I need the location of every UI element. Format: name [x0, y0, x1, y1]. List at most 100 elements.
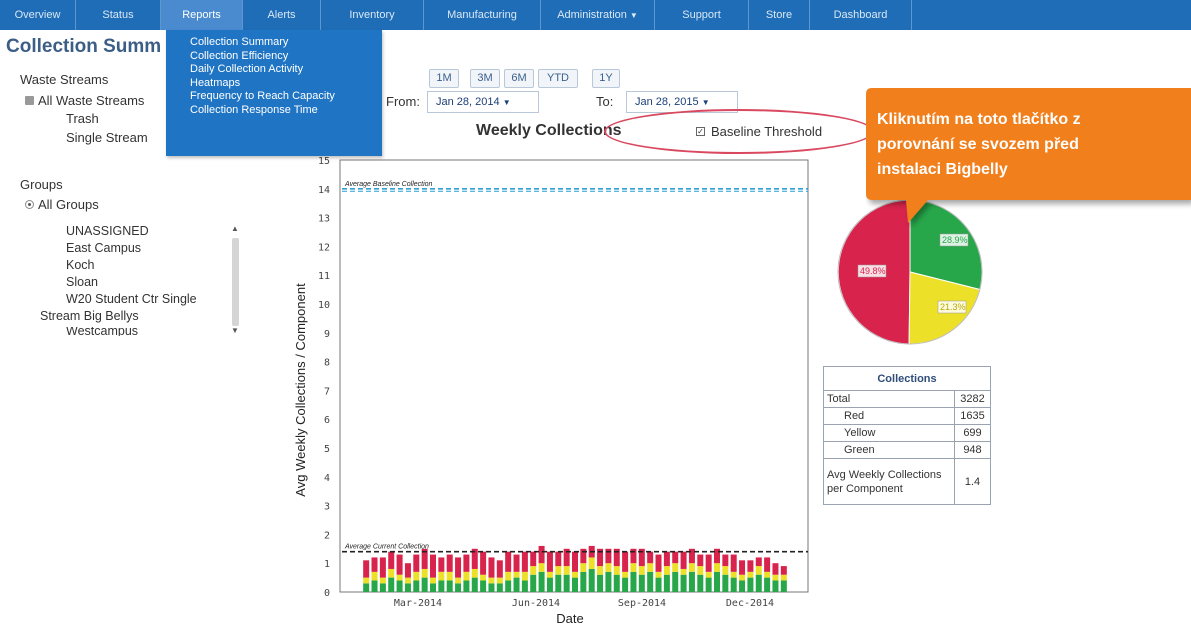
bar-red — [680, 551, 687, 569]
page-title: Collection Summ — [6, 36, 162, 57]
group-w20-student-ctr[interactable]: W20 Student Ctr Single — [66, 292, 197, 306]
y-axis-title: Avg Weekly Collections / Component — [293, 283, 308, 497]
stream-single-stream[interactable]: Single Stream — [66, 130, 148, 145]
nav-overview[interactable]: Overview — [0, 0, 76, 30]
range-6m-button[interactable]: 6M — [504, 69, 534, 88]
range-3m-button[interactable]: 3M — [470, 69, 500, 88]
bar-yellow — [722, 566, 729, 575]
y-tick-label: 10 — [318, 300, 330, 311]
bar-green — [755, 574, 762, 592]
group-unassigned[interactable]: UNASSIGNED — [66, 224, 149, 238]
bar-yellow — [713, 563, 720, 572]
group-koch[interactable]: Koch — [66, 258, 95, 272]
table-row: Avg Weekly Collections per Component 1.4 — [823, 458, 991, 505]
bar-green — [655, 577, 662, 592]
bar-red — [521, 551, 528, 572]
bar-red — [396, 554, 403, 575]
bar-yellow — [747, 571, 754, 578]
range-ytd-button[interactable]: YTD — [538, 69, 578, 88]
all-groups-option[interactable]: All Groups — [25, 197, 99, 212]
bar-green — [505, 580, 512, 592]
bar-yellow — [730, 571, 737, 578]
bar-yellow — [413, 571, 420, 581]
bar-yellow — [655, 571, 662, 578]
row-label: Red — [823, 407, 955, 425]
y-tick-label: 15 — [318, 156, 330, 167]
stream-trash[interactable]: Trash — [66, 111, 99, 126]
nav-manufacturing-label: Manufacturing — [447, 9, 517, 21]
nav-status[interactable]: Status — [76, 0, 161, 30]
from-date-input[interactable]: Jan 28, 2014 ▼ — [427, 91, 539, 113]
nav-reports[interactable]: Reports — [161, 0, 243, 30]
bar-yellow — [446, 571, 453, 581]
menu-item-collection-efficiency[interactable]: Collection Efficiency — [190, 50, 382, 64]
bar-green — [672, 571, 679, 592]
callout-line: instalaci Bigbelly — [877, 161, 1008, 178]
bar-green — [496, 583, 503, 592]
bar-yellow — [471, 568, 478, 578]
group-westcampus[interactable]: Westcampus — [66, 327, 138, 336]
group-stream-big-bellys[interactable]: Stream Big Bellys — [40, 309, 139, 323]
nav-store[interactable]: Store — [749, 0, 810, 30]
bar-green — [546, 577, 553, 592]
menu-item-collection-summary[interactable]: Collection Summary — [190, 36, 382, 50]
nav-status-label: Status — [102, 9, 134, 21]
nav-support[interactable]: Support — [655, 0, 749, 30]
y-tick-label: 5 — [324, 444, 330, 455]
bar-red — [455, 557, 462, 578]
menu-item-daily-collection-activity[interactable]: Daily Collection Activity — [190, 63, 382, 77]
bar-green — [713, 571, 720, 592]
chevron-down-icon: ▼ — [629, 11, 638, 20]
bar-red — [622, 551, 629, 572]
bar-red — [513, 554, 520, 572]
nav-dashboard[interactable]: Dashboard — [810, 0, 912, 30]
chart-title: Weekly Collections — [476, 122, 622, 139]
x-tick-label: Sep-2014 — [618, 598, 666, 609]
bar-red — [429, 554, 436, 578]
menu-item-heatmaps[interactable]: Heatmaps — [190, 77, 382, 91]
bar-green — [697, 574, 704, 592]
nav-dashboard-label: Dashboard — [833, 9, 888, 21]
bar-yellow — [597, 566, 604, 575]
bar-green — [613, 574, 620, 592]
groups-heading: Groups — [20, 177, 63, 192]
group-east-campus[interactable]: East Campus — [66, 241, 141, 255]
pie-label-yellow: 21.3% — [940, 302, 966, 312]
bar-yellow — [363, 577, 370, 584]
bar-yellow — [379, 577, 386, 584]
scroll-down-icon[interactable]: ▼ — [231, 326, 239, 335]
nav-administration[interactable]: Administration ▼ — [541, 0, 655, 30]
y-tick-label: 2 — [324, 530, 330, 541]
range-1m-button[interactable]: 1M — [429, 69, 459, 88]
from-label: From: — [386, 94, 420, 109]
group-sloan[interactable]: Sloan — [66, 275, 98, 289]
groups-scrollbar[interactable]: ▲ ▼ — [230, 224, 240, 336]
bar-yellow — [396, 574, 403, 581]
waste-streams-heading: Waste Streams — [20, 72, 109, 87]
bar-yellow — [638, 566, 645, 575]
bar-red — [730, 554, 737, 572]
bar-green — [722, 574, 729, 592]
scroll-up-icon[interactable]: ▲ — [231, 224, 239, 233]
bar-yellow — [429, 577, 436, 584]
nav-inventory[interactable]: Inventory — [321, 0, 424, 30]
nav-alerts-label: Alerts — [267, 9, 296, 21]
bar-red — [747, 560, 754, 572]
nav-manufacturing[interactable]: Manufacturing — [424, 0, 541, 30]
bar-green — [363, 583, 370, 592]
all-waste-streams-option[interactable]: All Waste Streams — [25, 93, 144, 108]
bar-red — [546, 551, 553, 572]
bar-green — [555, 574, 562, 592]
bar-green — [605, 571, 612, 592]
menu-item-frequency-to-reach-capacity[interactable]: Frequency to Reach Capacity — [190, 90, 382, 104]
range-1y-button[interactable]: 1Y — [592, 69, 620, 88]
nav-alerts[interactable]: Alerts — [243, 0, 321, 30]
bar-yellow — [438, 571, 445, 581]
bar-green — [488, 583, 495, 592]
row-value: 699 — [954, 424, 991, 442]
y-tick-label: 8 — [324, 358, 330, 369]
scrollbar-thumb[interactable] — [232, 238, 239, 326]
y-axis-ticks: 0123456789101112131415 — [318, 156, 330, 599]
menu-item-collection-response-time[interactable]: Collection Response Time — [190, 104, 382, 118]
bar-yellow — [421, 568, 428, 578]
